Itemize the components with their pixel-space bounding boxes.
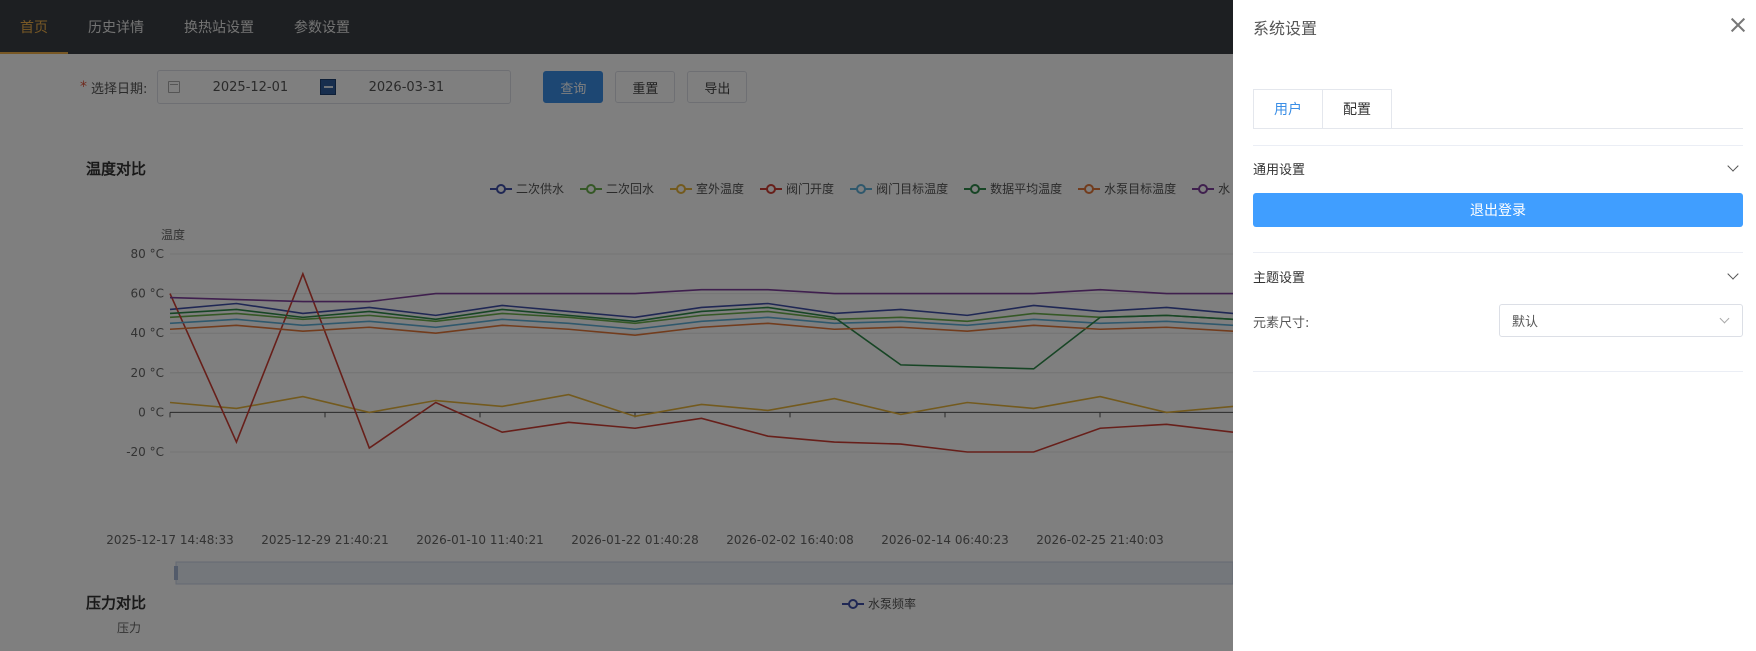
chevron-down-icon — [1727, 160, 1739, 172]
element-size-label: 元素尺寸: — [1253, 316, 1310, 331]
theme-settings-header[interactable]: 主题设置 — [1253, 266, 1743, 286]
tab-user[interactable]: 用户 — [1253, 89, 1323, 129]
general-settings-header[interactable]: 通用设置 — [1253, 158, 1743, 178]
tab-config[interactable]: 配置 — [1323, 89, 1392, 129]
theme-settings-label: 主题设置 — [1253, 270, 1306, 286]
chevron-down-icon — [1727, 268, 1739, 280]
drawer-tabs: 用户 配置 — [1253, 89, 1392, 129]
logout-button[interactable]: 退出登录 — [1253, 193, 1743, 227]
divider — [1253, 145, 1743, 146]
tabs-divider — [1253, 128, 1743, 129]
general-settings-label: 通用设置 — [1253, 162, 1306, 178]
chevron-down-icon — [1719, 313, 1730, 324]
modal-overlay[interactable] — [0, 0, 1233, 651]
system-settings-drawer: 系统设置 用户 配置 通用设置 退出登录 主题设置 元素尺寸: 默认 — [1233, 0, 1756, 651]
close-icon[interactable] — [1729, 16, 1747, 34]
divider — [1253, 252, 1743, 253]
divider — [1253, 371, 1743, 372]
element-size-value: 默认 — [1512, 315, 1539, 330]
element-size-select[interactable]: 默认 — [1499, 304, 1743, 337]
drawer-title: 系统设置 — [1253, 19, 1318, 38]
